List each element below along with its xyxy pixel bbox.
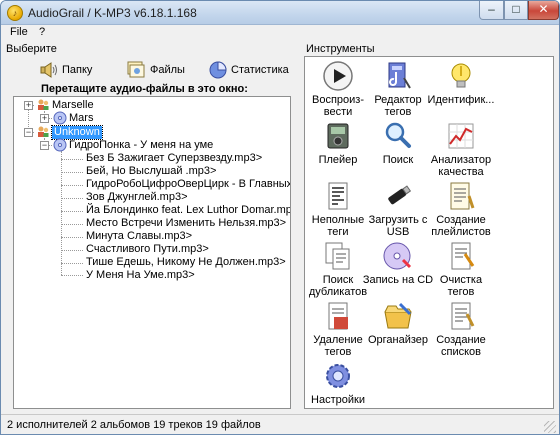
speaker-icon xyxy=(40,62,57,78)
minimize-button[interactable]: – xyxy=(479,1,504,20)
title-bar[interactable]: ♪ AudioGrail / K-MP3 v6.18.1.168 – □ ✕ xyxy=(1,1,559,25)
tree-file[interactable]: Йа Блондинко feat. Lex Luthor Domar.mp3> xyxy=(86,204,290,217)
menu-bar: File ? xyxy=(1,26,559,40)
status-text: 2 исполнителей 2 альбомов 19 треков 19 ф… xyxy=(7,419,261,431)
quality-analyzer-label: Анализатор качества xyxy=(430,154,492,178)
tree-file[interactable]: ГидроРобоЦифроОверЦирк - В Главных Ролях… xyxy=(86,178,290,191)
statistics-button[interactable]: Статистика xyxy=(208,59,289,81)
tree-file[interactable]: Без Б Зажигает Суперзвезду.mp3> xyxy=(86,152,262,165)
identify-button[interactable]: Идентифик... xyxy=(423,60,499,106)
tree-album[interactable]: Mars xyxy=(69,112,93,125)
folder-button[interactable]: Папку xyxy=(39,59,92,81)
analyzer-icon xyxy=(448,123,474,149)
file-tree[interactable]: + Marselle + Mars − Unknown − ГидроПонка… xyxy=(13,96,291,409)
lists-icon xyxy=(451,302,475,330)
clean-tags-icon xyxy=(451,242,475,270)
tree-file[interactable]: Бей, Но Выслушай .mp3> xyxy=(86,165,216,178)
tree-file[interactable]: Место Встречи Изменить Нельзя.mp3> xyxy=(86,217,286,230)
tree-file[interactable]: Тише Едешь, Никому Не Должен.mp3> xyxy=(86,256,286,269)
clean-tags-label: Очистка тегов xyxy=(439,274,483,298)
create-lists-label: Создание списков xyxy=(436,334,486,358)
quality-analyzer-button[interactable]: Анализатор качества xyxy=(423,120,499,178)
organizer-icon xyxy=(384,302,412,329)
resize-grip[interactable] xyxy=(544,421,556,433)
select-group-label: Выберите xyxy=(6,43,57,55)
tag-editor-icon xyxy=(388,62,411,89)
create-playlists-label: Создание плейлистов xyxy=(431,214,491,238)
cd-burn-icon xyxy=(383,242,412,270)
menu-help[interactable]: ? xyxy=(39,26,45,38)
tree-expander[interactable]: + xyxy=(24,101,33,110)
tree-album[interactable]: ГидроПонка - У меня на уме xyxy=(69,139,213,152)
tree-file[interactable]: Зов Джунглей.mp3> xyxy=(86,191,188,204)
cd-icon xyxy=(53,111,67,125)
drop-instruction: Перетащите аудио-файлы в это окно: xyxy=(41,83,248,95)
delete-tags-icon xyxy=(328,302,348,330)
menu-file[interactable]: File xyxy=(10,26,28,38)
settings-button[interactable]: Настройки xyxy=(305,360,376,406)
app-logo-icon: ♪ xyxy=(7,5,23,21)
tree-expander[interactable]: − xyxy=(40,141,49,150)
close-button[interactable]: ✕ xyxy=(528,1,559,20)
window-title: AudioGrail / K-MP3 v6.18.1.168 xyxy=(28,6,197,20)
artist-icon xyxy=(38,126,49,137)
files-button-label: Файлы xyxy=(150,64,185,76)
settings-icon xyxy=(326,364,350,388)
settings-label: Настройки xyxy=(311,394,365,406)
player-icon xyxy=(327,123,349,149)
playlist-icon xyxy=(450,182,475,210)
duplicates-icon xyxy=(325,242,350,270)
lightbulb-icon xyxy=(451,63,471,88)
create-lists-button[interactable]: Создание списков xyxy=(423,300,499,358)
identify-label: Идентифик... xyxy=(427,94,495,106)
artist-icon xyxy=(38,99,49,110)
app-window: ♪ AudioGrail / K-MP3 v6.18.1.168 – □ ✕ F… xyxy=(0,0,560,435)
folder-button-label: Папку xyxy=(62,64,93,76)
maximize-button[interactable]: □ xyxy=(504,1,528,20)
usb-icon xyxy=(388,185,412,205)
files-icon xyxy=(127,61,145,78)
magnifier-icon xyxy=(385,122,411,148)
play-icon xyxy=(323,61,353,91)
clean-tags-button[interactable]: Очистка тегов xyxy=(423,240,499,298)
cd-icon xyxy=(53,138,67,152)
pie-chart-icon xyxy=(209,61,227,79)
tools-panel: Воспроиз- вести Редактор тегов Идентифик… xyxy=(304,56,554,409)
create-playlists-button[interactable]: Создание плейлистов xyxy=(423,180,499,238)
status-bar: 2 исполнителей 2 альбомов 19 треков 19 ф… xyxy=(1,414,559,434)
tree-file[interactable]: Счастливого Пути.mp3> xyxy=(86,243,209,256)
tree-expander[interactable]: − xyxy=(24,128,33,137)
tree-expander[interactable]: + xyxy=(40,114,49,123)
statistics-button-label: Статистика xyxy=(231,64,289,76)
tree-file[interactable]: Минута Славы.mp3> xyxy=(86,230,192,243)
tree-file[interactable]: У Меня На Уме.mp3> xyxy=(86,269,195,282)
tools-group-label: Инструменты xyxy=(306,43,375,55)
files-button[interactable]: Файлы xyxy=(125,59,185,81)
incomplete-tags-icon xyxy=(328,182,348,210)
